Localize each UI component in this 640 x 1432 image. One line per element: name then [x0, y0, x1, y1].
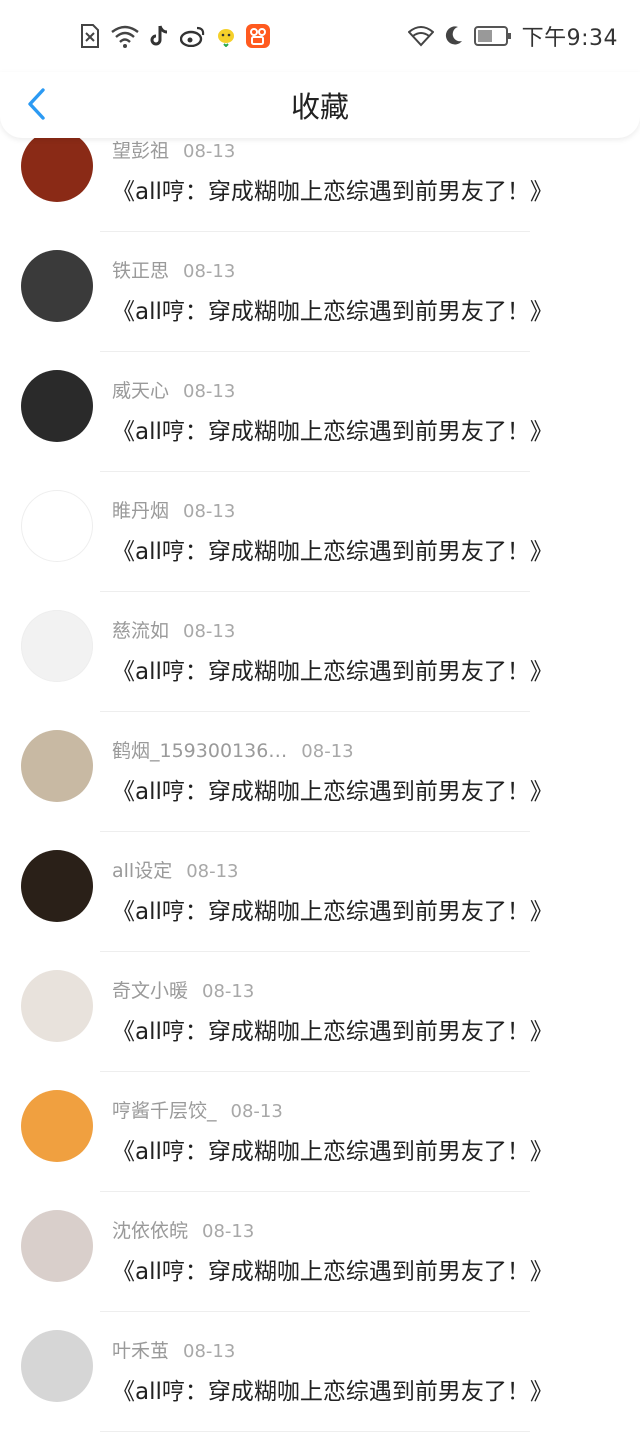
list-item[interactable]: 沈依依皖 08-13 《all哼：穿成糊咖上恋综遇到前男友了！》 [0, 1170, 640, 1312]
item-date: 08-13 [202, 1221, 255, 1242]
item-title[interactable]: 《all哼：穿成糊咖上恋综遇到前男友了！》 [112, 1372, 553, 1406]
user-name[interactable]: 慈流如 [112, 620, 169, 642]
user-name[interactable]: 睢丹烟 [112, 500, 169, 522]
item-title[interactable]: 《all哼：穿成糊咖上恋综遇到前男友了！》 [112, 532, 553, 566]
item-date: 08-13 [202, 981, 255, 1002]
user-name[interactable]: 鹤烟_159300136… [112, 740, 287, 762]
girl-portrait-avatar[interactable] [21, 1210, 93, 1282]
user-name[interactable]: 铁正思 [112, 260, 169, 282]
item-meta: 威天心 08-13 [112, 376, 235, 403]
moon-icon [444, 22, 464, 50]
item-title[interactable]: 《all哼：穿成糊咖上恋综遇到前男友了！》 [112, 172, 553, 206]
user-name[interactable]: all设定 [112, 860, 172, 882]
anime-cat-avatar[interactable] [21, 1330, 93, 1402]
favorites-list: 望彭祖 08-13 《all哼：穿成糊咖上恋综遇到前男友了！》 铁正思 08-13 《al… [0, 90, 640, 1432]
wifi-signal-icon [110, 22, 140, 50]
item-meta: all设定 08-13 [112, 856, 239, 883]
item-meta: 望彭祖 08-13 [112, 136, 235, 163]
list-item[interactable]: 叶禾茧 08-13 《all哼：穿成糊咖上恋综遇到前男友了！》 [0, 1290, 640, 1432]
wifi-icon [407, 22, 434, 50]
smiling-man-avatar[interactable] [21, 970, 93, 1042]
list-item[interactable]: 奇文小暖 08-13 《all哼：穿成糊咖上恋综遇到前男友了！》 [0, 930, 640, 1072]
item-title[interactable]: 《all哼：穿成糊咖上恋综遇到前男友了！》 [112, 1012, 553, 1046]
list-item[interactable]: 威天心 08-13 《all哼：穿成糊咖上恋综遇到前男友了！》 [0, 330, 640, 472]
status-bar-notifications [80, 22, 270, 50]
item-meta: 慈流如 08-13 [112, 616, 235, 643]
kumamon-avatar[interactable] [21, 490, 93, 562]
item-title[interactable]: 《all哼：穿成糊咖上恋综遇到前男友了！》 [112, 292, 553, 326]
status-bar: 下午9:34 [0, 0, 640, 72]
list-item[interactable]: 睢丹烟 08-13 《all哼：穿成糊咖上恋综遇到前男友了！》 [0, 450, 640, 592]
item-date: 08-13 [301, 741, 354, 762]
dusk-sun-avatar[interactable] [21, 850, 93, 922]
item-date: 08-13 [183, 381, 236, 402]
item-meta: 铁正思 08-13 [112, 256, 235, 283]
user-name[interactable]: 叶禾茧 [112, 1340, 169, 1362]
flowers-avatar[interactable] [21, 730, 93, 802]
sim-off-icon [80, 22, 100, 50]
list-item[interactable]: 铁正思 08-13 《all哼：穿成糊咖上恋综遇到前男友了！》 [0, 210, 640, 352]
sunset-avatar[interactable] [21, 130, 93, 202]
item-title[interactable]: 《all哼：穿成糊咖上恋综遇到前男友了！》 [112, 1252, 553, 1286]
user-name[interactable]: 沈依依皖 [112, 1220, 188, 1242]
item-date: 08-13 [183, 1341, 236, 1362]
item-title[interactable]: 《all哼：穿成糊咖上恋综遇到前男友了！》 [112, 772, 553, 806]
item-meta: 鹤烟_159300136… 08-13 [112, 736, 354, 763]
oranges-avatar[interactable] [21, 1090, 93, 1162]
item-date: 08-13 [186, 861, 239, 882]
status-time: 下午9:34 [521, 26, 618, 51]
item-meta: 奇文小暖 08-13 [112, 976, 254, 1003]
item-title[interactable]: 《all哼：穿成糊咖上恋综遇到前男友了！》 [112, 652, 553, 686]
item-meta: 沈依依皖 08-13 [112, 1216, 254, 1243]
kuaishou-icon [246, 22, 270, 50]
item-title[interactable]: 《all哼：穿成糊咖上恋综遇到前男友了！》 [112, 412, 553, 446]
item-date: 08-13 [183, 621, 236, 642]
page-title: 收藏 [290, 90, 349, 124]
item-meta: 叶禾茧 08-13 [112, 1336, 235, 1363]
list-item[interactable]: 鹤烟_159300136… 08-13 《all哼：穿成糊咖上恋综遇到前男友了！》 [0, 690, 640, 832]
item-title[interactable]: 《all哼：穿成糊咖上恋综遇到前男友了！》 [112, 892, 553, 926]
item-date: 08-13 [230, 1101, 283, 1122]
faded-avatar[interactable] [21, 610, 93, 682]
item-date: 08-13 [183, 141, 236, 162]
list-item[interactable]: all设定 08-13 《all哼：穿成糊咖上恋综遇到前男友了！》 [0, 810, 640, 952]
list-item[interactable]: 慈流如 08-13 《all哼：穿成糊咖上恋综遇到前男友了！》 [0, 570, 640, 712]
user-name[interactable]: 哼酱千层饺_ [112, 1100, 217, 1122]
item-title[interactable]: 《all哼：穿成糊咖上恋综遇到前男友了！》 [112, 1132, 553, 1166]
item-meta: 睢丹烟 08-13 [112, 496, 235, 523]
list-item[interactable]: 哼酱千层饺_ 08-13 《all哼：穿成糊咖上恋综遇到前男友了！》 [0, 1050, 640, 1192]
item-date: 08-13 [183, 501, 236, 522]
user-name[interactable]: 望彭祖 [112, 140, 169, 162]
user-name[interactable]: 奇文小暖 [112, 980, 188, 1002]
battery-icon [473, 22, 512, 50]
item-meta: 哼酱千层饺_ 08-13 [112, 1096, 283, 1123]
chick-app-icon [216, 22, 236, 50]
bw-figure-avatar[interactable] [21, 250, 93, 322]
app-header: 收藏 [0, 72, 640, 138]
item-date: 08-13 [183, 261, 236, 282]
status-bar-system: 下午9:34 [407, 22, 618, 51]
user-name[interactable]: 威天心 [112, 380, 169, 402]
i-love-mustache-avatar[interactable] [21, 370, 93, 442]
weibo-icon [180, 22, 206, 50]
tiktok-icon [150, 22, 170, 50]
